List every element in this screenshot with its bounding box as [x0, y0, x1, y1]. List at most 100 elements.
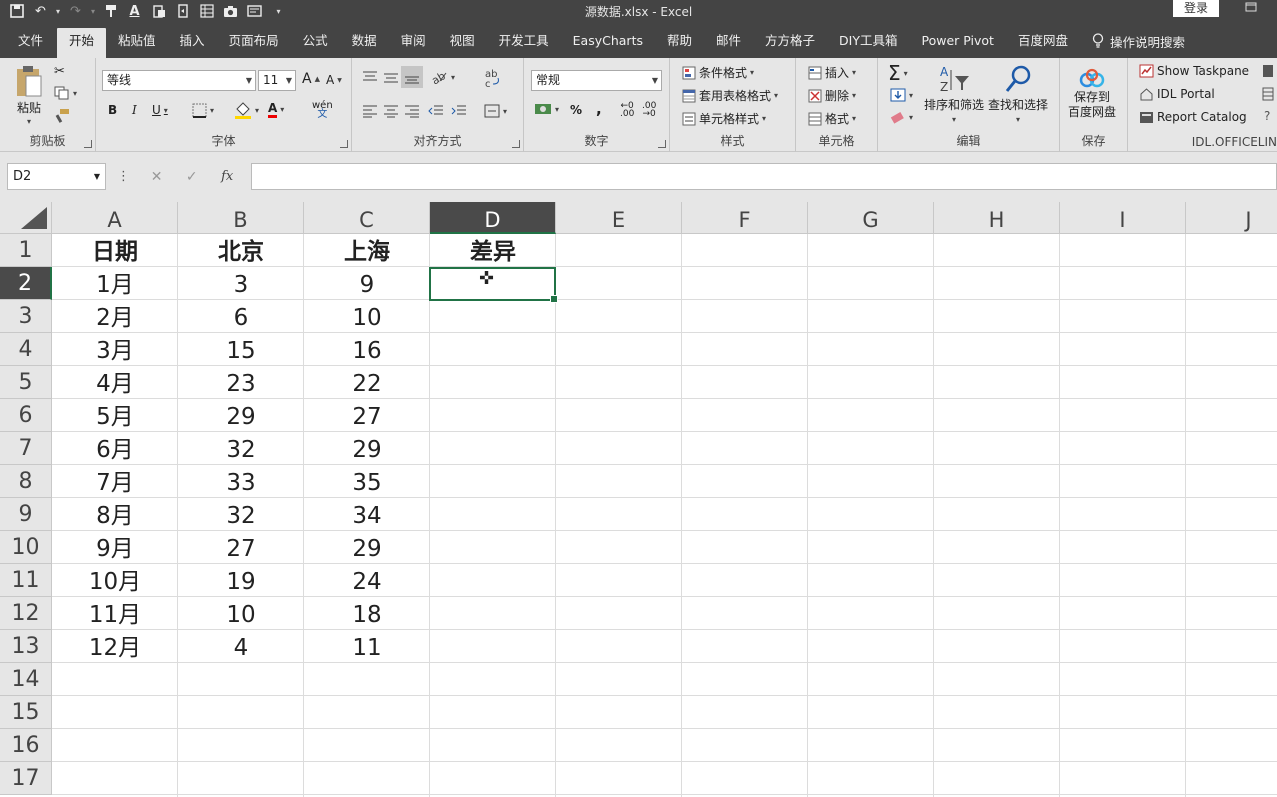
shrink-font-button[interactable]: A ▼	[326, 73, 342, 87]
cell-A2[interactable]: 1月	[52, 267, 178, 300]
save-to-baidu-button[interactable]: 保存到 百度网盘	[1068, 66, 1116, 120]
tab-file[interactable]: 文件	[0, 28, 57, 58]
row-header-6[interactable]: 6	[0, 399, 52, 432]
decrease-indent-button[interactable]	[428, 104, 444, 118]
merge-center-button[interactable]: ▾	[484, 104, 507, 118]
row-header-8[interactable]: 8	[0, 465, 52, 498]
cell-A11[interactable]: 10月	[52, 564, 178, 597]
copy-button[interactable]: ▾	[54, 86, 77, 100]
column-header-B[interactable]: B	[178, 202, 304, 234]
tab-data[interactable]: 数据	[340, 28, 389, 58]
cell-B11[interactable]: 19	[178, 564, 304, 597]
tab-home[interactable]: 开始	[57, 28, 107, 58]
font-name-combo[interactable]: 等线 ▼	[102, 70, 256, 91]
row-header-1[interactable]: 1	[0, 234, 52, 267]
cell-C6[interactable]: 27	[304, 399, 430, 432]
tab-help[interactable]: 帮助	[655, 28, 704, 58]
italic-button[interactable]: I	[132, 103, 137, 117]
format-painter-button[interactable]	[54, 108, 70, 124]
paste-button[interactable]: 粘贴 ▾	[14, 64, 44, 126]
font-color-button[interactable]: A ▾	[268, 101, 284, 118]
idl-table-button[interactable]	[1262, 87, 1274, 101]
cell-B8[interactable]: 33	[178, 465, 304, 498]
column-header-H[interactable]: H	[934, 202, 1060, 234]
idl-portal-button[interactable]: IDL Portal	[1139, 87, 1215, 101]
idl-extra-button[interactable]	[1262, 64, 1274, 78]
tab-paste-values[interactable]: 粘贴值	[106, 28, 168, 58]
header-cell-B[interactable]: 北京	[178, 234, 304, 267]
row-header-13[interactable]: 13	[0, 630, 52, 663]
cell-C13[interactable]: 11	[304, 630, 430, 663]
cancel-icon[interactable]: ✕	[151, 169, 163, 185]
cell-A9[interactable]: 8月	[52, 498, 178, 531]
percent-button[interactable]: %	[570, 103, 582, 117]
font-size-combo[interactable]: 11 ▼	[258, 70, 296, 91]
row-header-2[interactable]: 2	[0, 267, 52, 300]
accounting-format-button[interactable]: ▾	[534, 102, 559, 116]
insert-cells-button[interactable]: 插入 ▾	[808, 64, 856, 81]
align-left-button[interactable]	[362, 104, 378, 118]
cell-C10[interactable]: 29	[304, 531, 430, 564]
fill-color-button[interactable]: ▾	[234, 101, 259, 119]
cell-A10[interactable]: 9月	[52, 531, 178, 564]
row-header-16[interactable]: 16	[0, 729, 52, 762]
login-button[interactable]: 登录	[1173, 0, 1219, 17]
phonetic-button[interactable]: wén 文	[312, 101, 333, 120]
number-launcher[interactable]	[658, 140, 666, 148]
increase-indent-button[interactable]	[451, 104, 467, 118]
header-cell-D[interactable]: 差异	[430, 234, 556, 267]
cell-A13[interactable]: 12月	[52, 630, 178, 663]
cell-B4[interactable]: 15	[178, 333, 304, 366]
cell-C7[interactable]: 29	[304, 432, 430, 465]
row-header-4[interactable]: 4	[0, 333, 52, 366]
insert-function-icon[interactable]: fx	[221, 169, 233, 184]
column-header-F[interactable]: F	[682, 202, 808, 234]
ribbon-display-options-icon[interactable]	[1240, 0, 1262, 18]
name-box[interactable]: D2 ▼	[7, 163, 106, 190]
column-header-G[interactable]: G	[808, 202, 934, 234]
column-header-I[interactable]: I	[1060, 202, 1186, 234]
header-cell-C[interactable]: 上海	[304, 234, 430, 267]
clipboard-launcher[interactable]	[84, 140, 92, 148]
cell-A3[interactable]: 2月	[52, 300, 178, 333]
cell-B3[interactable]: 6	[178, 300, 304, 333]
format-cells-button[interactable]: 格式 ▾	[808, 110, 856, 127]
cell-C2[interactable]: 9	[304, 267, 430, 300]
cell-C12[interactable]: 18	[304, 597, 430, 630]
row-header-15[interactable]: 15	[0, 696, 52, 729]
autosum-button[interactable]: Σ ▾	[888, 61, 908, 85]
cell-C8[interactable]: 35	[304, 465, 430, 498]
enter-icon[interactable]: ✓	[186, 169, 198, 185]
idl-help-button[interactable]: ?	[1264, 109, 1270, 123]
tab-formulas[interactable]: 公式	[291, 28, 340, 58]
font-launcher[interactable]	[340, 140, 348, 148]
tab-easycharts[interactable]: EasyCharts	[561, 28, 655, 58]
cell-B7[interactable]: 32	[178, 432, 304, 465]
tab-mail[interactable]: 邮件	[704, 28, 753, 58]
cut-button[interactable]: ✂	[54, 64, 65, 80]
cell-C4[interactable]: 16	[304, 333, 430, 366]
worksheet[interactable]: A B C D E F G H I J 1 2 3 4 5 6 7 8 9 10 11 12 13 14 15 16 17 日期 北京上…	[0, 202, 1277, 797]
row-header-17[interactable]: 17	[0, 762, 52, 795]
tab-diy-toolbox[interactable]: DIY工具箱	[827, 28, 909, 58]
align-bottom-button[interactable]	[401, 66, 423, 88]
cell-A6[interactable]: 5月	[52, 399, 178, 432]
cell-styles-button[interactable]: 单元格样式 ▾	[682, 110, 766, 127]
increase-decimal-button[interactable]: ←0.00	[620, 102, 634, 119]
clear-button[interactable]: ▾	[890, 110, 913, 124]
show-taskpane-button[interactable]: Show Taskpane	[1139, 64, 1249, 78]
cell-A7[interactable]: 6月	[52, 432, 178, 465]
cell-C3[interactable]: 10	[304, 300, 430, 333]
column-header-C[interactable]: C	[304, 202, 430, 234]
borders-button[interactable]: ▾	[192, 103, 214, 118]
report-catalog-button[interactable]: Report Catalog	[1139, 110, 1247, 124]
wrap-text-button[interactable]: ab c	[484, 68, 502, 88]
cell-B12[interactable]: 10	[178, 597, 304, 630]
row-header-11[interactable]: 11	[0, 564, 52, 597]
align-middle-button[interactable]	[383, 70, 399, 84]
select-all-button[interactable]	[0, 202, 52, 234]
tell-me-search[interactable]: 操作说明搜索	[1080, 28, 1197, 58]
tab-review[interactable]: 审阅	[389, 28, 438, 58]
formula-input[interactable]	[251, 163, 1277, 190]
column-header-D[interactable]: D	[430, 202, 556, 234]
